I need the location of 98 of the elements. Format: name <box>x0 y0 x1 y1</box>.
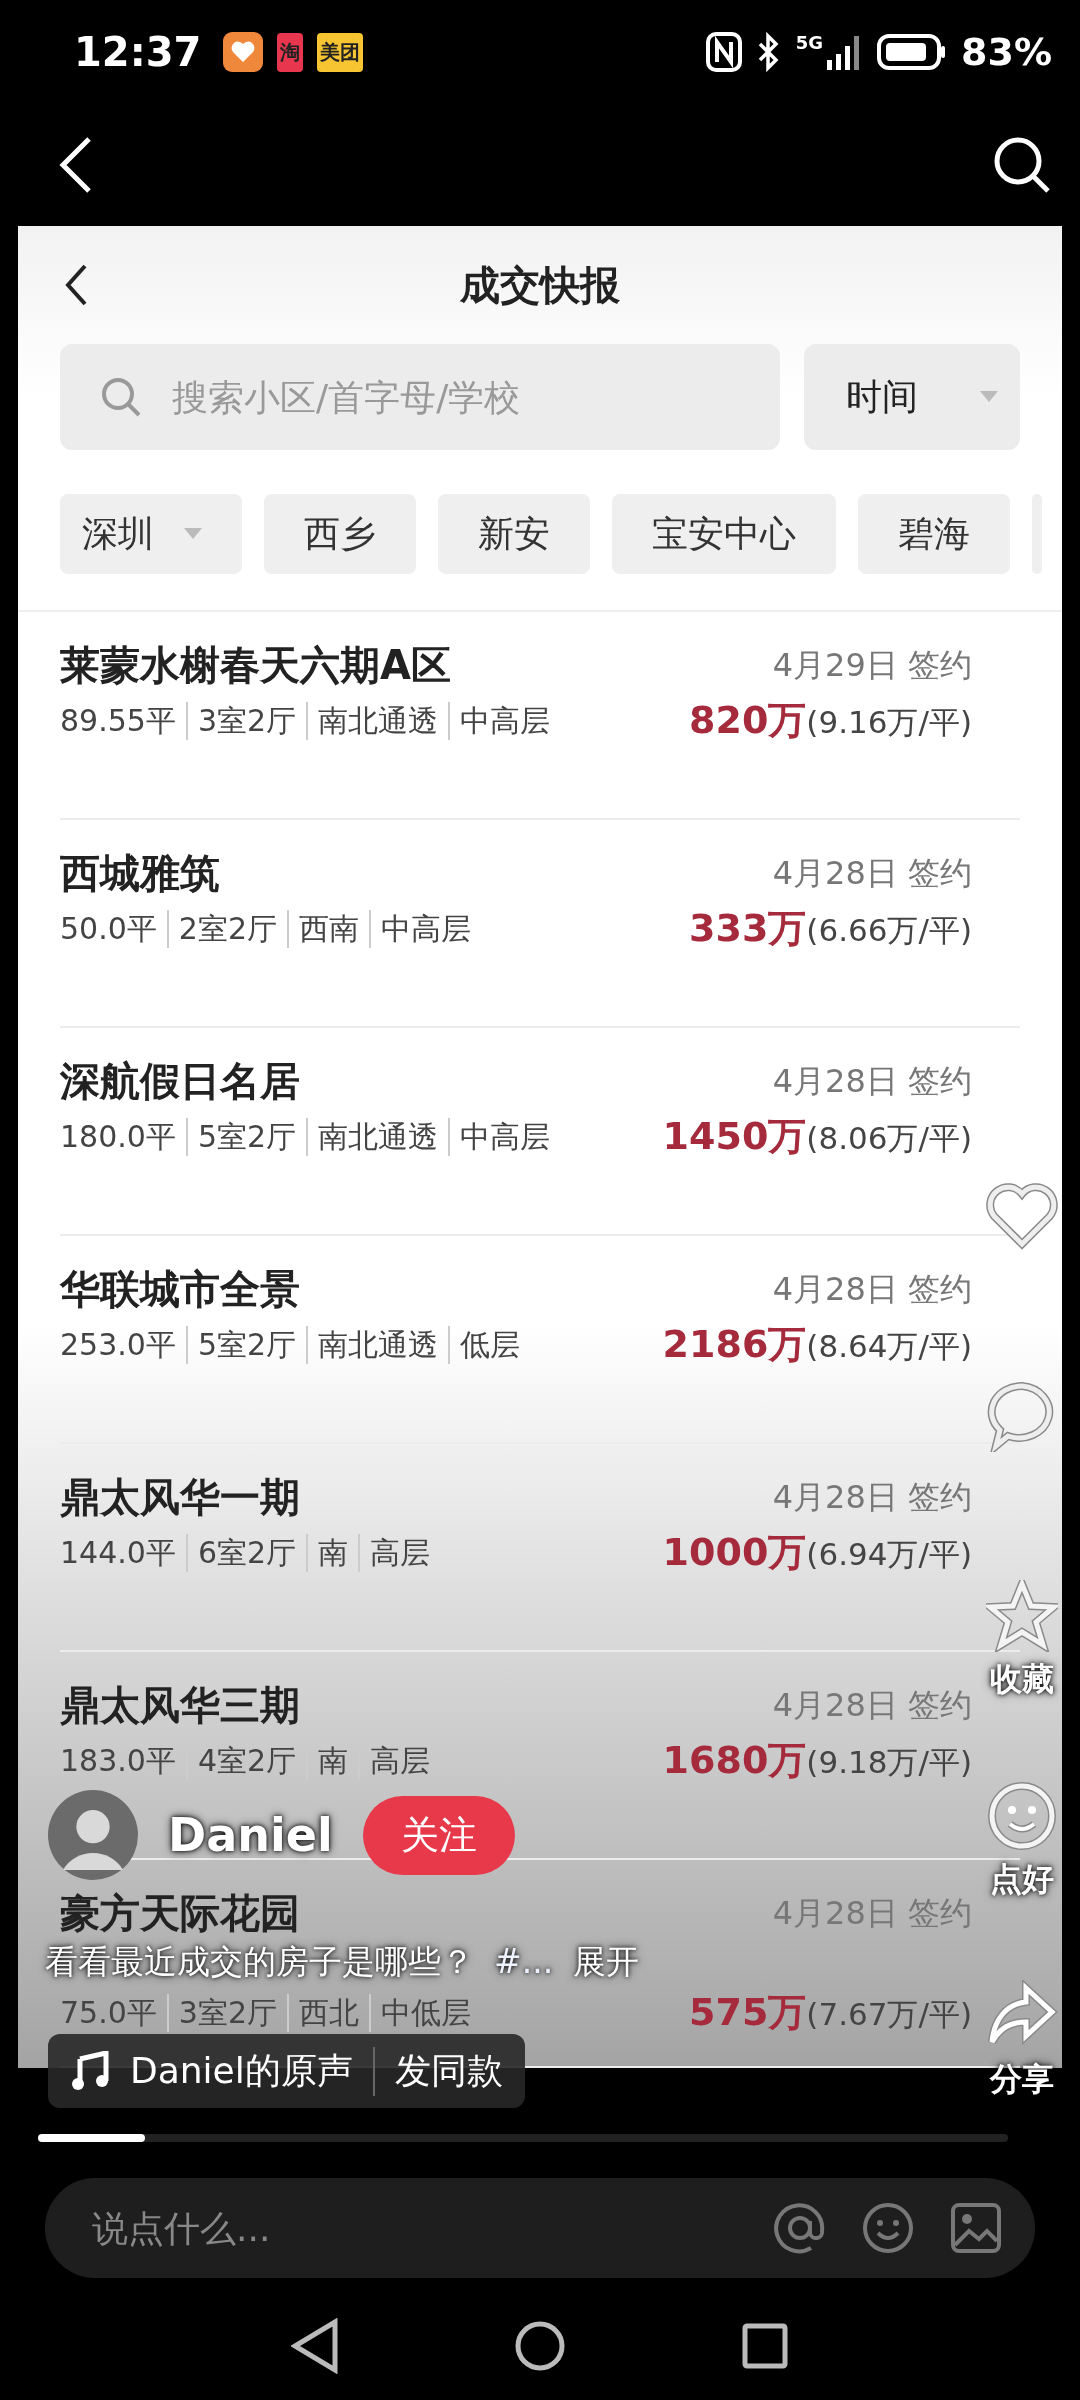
avatar[interactable] <box>48 1790 138 1880</box>
video-caption: 看看最近成交的房子是哪些？ <box>45 1942 474 1982</box>
unit-price: (9.18万/平) <box>806 1743 972 1781</box>
listing-detail: 中低层 <box>369 1994 481 2032</box>
listing-title: 西城雅筑 <box>60 850 220 896</box>
listing-detail: 南北通透 <box>306 1118 449 1156</box>
recents-nav-icon[interactable] <box>741 2322 789 2370</box>
progress-track[interactable] <box>38 2134 1008 2142</box>
area-chip[interactable]: 宝安中心 <box>612 494 836 574</box>
deal-date: 4月29日 签约 <box>772 645 972 686</box>
total-price: 820万 <box>689 701 807 739</box>
listing-detail: 4室2厅 <box>185 1742 307 1780</box>
listing-detail: 西南 <box>287 910 369 948</box>
area-chip[interactable]: 碧海 <box>858 494 1010 574</box>
search-icon[interactable] <box>992 135 1052 195</box>
home-nav-icon[interactable] <box>514 2320 566 2372</box>
total-price: 1000万 <box>662 1533 807 1571</box>
unit-price: (8.06万/平) <box>806 1119 972 1157</box>
listing-detail: 144.0平 <box>60 1534 177 1572</box>
music-bar[interactable]: Daniel的原声 发同款 <box>48 2034 525 2108</box>
sound-title: Daniel的原声 <box>130 2048 353 2093</box>
listing-detail: 南北通透 <box>306 1326 449 1364</box>
area-chip[interactable]: 深圳 <box>60 494 242 574</box>
search-input[interactable]: 搜索小区/首字母/学校 <box>170 375 734 419</box>
battery-level: 83% <box>961 30 1052 74</box>
listing-detail: 5室2厅 <box>185 1326 307 1364</box>
listing-detail: 6室2厅 <box>185 1534 307 1572</box>
deal-date: 4月28日 签约 <box>772 1893 972 1934</box>
caret-icon <box>980 391 998 403</box>
total-price: 1450万 <box>662 1117 807 1155</box>
listing-detail: 2室2厅 <box>166 910 287 948</box>
total-price: 575万 <box>689 1993 807 2031</box>
listing-title: 豪方天际花园 <box>60 1890 300 1936</box>
listing-detail: 75.0平 <box>60 1994 158 2032</box>
area-chip[interactable]: 新安 <box>438 494 590 574</box>
listing-detail: 180.0平 <box>60 1118 177 1156</box>
comment-input[interactable]: 说点什么... <box>90 2206 739 2250</box>
unit-price: (7.67万/平) <box>806 1995 972 2033</box>
image-icon[interactable] <box>949 2201 1003 2255</box>
listing-detail: 89.55平 <box>60 702 177 740</box>
deal-date: 4月28日 签约 <box>772 1477 972 1518</box>
listing-detail: 南 <box>306 1534 359 1572</box>
heart-app-icon <box>223 32 264 72</box>
app-icon: 美团 <box>317 32 364 72</box>
listing-detail: 50.0平 <box>60 910 158 948</box>
action-label: 收藏 <box>990 1659 1054 1700</box>
listing-title: 深航假日名居 <box>60 1058 300 1104</box>
emoji-icon[interactable] <box>861 2201 915 2255</box>
search-field[interactable]: 搜索小区/首字母/学校 <box>60 344 780 450</box>
listing-detail: 南 <box>306 1742 359 1780</box>
at-icon[interactable] <box>773 2201 827 2255</box>
listing-detail: 高层 <box>358 1534 441 1572</box>
music-note-icon <box>70 2051 110 2091</box>
action-label: 点好 <box>990 1859 1054 1900</box>
sort-dropdown[interactable]: 时间 <box>804 344 1020 450</box>
face-icon[interactable] <box>986 1780 1058 1852</box>
deal-date: 4月28日 签约 <box>772 853 972 894</box>
listing-detail: 3室2厅 <box>185 702 307 740</box>
total-price: 2186万 <box>662 1325 807 1363</box>
listing-detail: 中高层 <box>448 702 561 740</box>
total-price: 333万 <box>689 909 807 947</box>
search-icon <box>100 376 142 418</box>
unit-price: (9.16万/平) <box>806 703 972 741</box>
listing-title: 鼎太风华一期 <box>60 1474 300 1520</box>
network-label: 5G <box>795 32 824 53</box>
heart-icon[interactable] <box>986 1180 1058 1252</box>
unit-price: (6.94万/平) <box>806 1535 972 1573</box>
action-label: 分享 <box>990 2059 1054 2100</box>
total-price: 1680万 <box>662 1741 807 1779</box>
back-nav-icon[interactable] <box>291 2318 339 2374</box>
listing-detail: 5室2厅 <box>185 1118 307 1156</box>
app-icon: 淘 <box>277 32 304 72</box>
back-icon[interactable] <box>64 263 88 307</box>
listing-detail: 253.0平 <box>60 1326 177 1364</box>
star-icon[interactable] <box>986 1580 1058 1652</box>
deal-date: 4月28日 签约 <box>772 1061 972 1102</box>
battery-icon <box>877 32 948 72</box>
clock: 12:37 <box>74 29 202 75</box>
listing-detail: 183.0平 <box>60 1742 177 1780</box>
nfc-icon <box>705 32 742 72</box>
area-chip[interactable]: 西乡 <box>264 494 416 574</box>
listing-title: 莱蒙水榭春天六期A区 <box>60 642 451 688</box>
listing-title: 华联城市全景 <box>60 1266 300 1312</box>
unit-price: (8.64万/平) <box>806 1327 972 1365</box>
listing-detail: 南北通透 <box>306 702 449 740</box>
listing-detail: 高层 <box>358 1742 441 1780</box>
listing-detail: 中高层 <box>369 910 481 948</box>
unit-price: (6.66万/平) <box>806 911 972 949</box>
listing-detail: 低层 <box>448 1326 531 1364</box>
use-sound-link[interactable]: 发同款 <box>372 2046 503 2096</box>
page-title: 成交快报 <box>460 260 620 310</box>
comment-field[interactable]: 说点什么... <box>45 2178 1035 2278</box>
deal-date: 4月28日 签约 <box>772 1685 972 1726</box>
listing-detail: 中高层 <box>448 1118 561 1156</box>
listing-detail: 西北 <box>287 1994 369 2032</box>
listing-detail: 3室2厅 <box>166 1994 287 2032</box>
deal-date: 4月28日 签约 <box>772 1269 972 1310</box>
listing-title: 鼎太风华三期 <box>60 1682 300 1728</box>
